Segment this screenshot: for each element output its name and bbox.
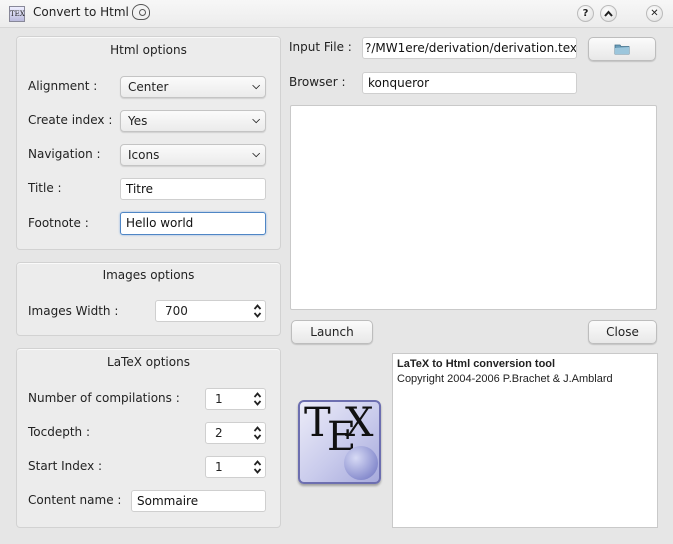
browser-label: Browser : bbox=[289, 75, 346, 89]
globe-icon bbox=[344, 446, 378, 480]
create-index-combo[interactable]: Yes ⌵ bbox=[120, 110, 266, 132]
images-width-label: Images Width : bbox=[28, 304, 119, 318]
tex-logo: T E X bbox=[298, 400, 381, 484]
folder-icon bbox=[614, 44, 630, 55]
spin-arrows-icon[interactable] bbox=[253, 424, 262, 442]
title-label: Title : bbox=[28, 181, 62, 195]
spin-arrows-icon[interactable] bbox=[253, 458, 262, 476]
about-box: LaTeX to Html conversion tool Copyright … bbox=[392, 353, 658, 528]
spin-arrows-icon[interactable] bbox=[253, 390, 262, 408]
tocdepth-spinbox[interactable]: 2 bbox=[205, 422, 266, 444]
chevron-down-icon: ⌵ bbox=[252, 149, 260, 160]
alignment-combo[interactable]: Center ⌵ bbox=[120, 76, 266, 98]
about-heading: LaTeX to Html conversion tool bbox=[397, 358, 556, 370]
tocdepth-label: Tocdepth : bbox=[28, 425, 91, 439]
html-options-title: Html options bbox=[110, 43, 187, 57]
suse-chameleon-icon bbox=[132, 4, 150, 20]
start-index-spinbox[interactable]: 1 bbox=[205, 456, 266, 478]
content-name-input[interactable]: Sommaire bbox=[131, 490, 266, 512]
tex-app-icon: TEX bbox=[9, 6, 25, 22]
output-log[interactable] bbox=[290, 105, 657, 310]
footnote-input[interactable]: Hello world bbox=[120, 212, 266, 235]
create-index-label: Create index : bbox=[28, 113, 113, 127]
start-index-value: 1 bbox=[215, 460, 223, 474]
spin-arrows-icon[interactable] bbox=[253, 302, 262, 320]
minimize-button[interactable] bbox=[600, 5, 617, 22]
browse-file-button[interactable] bbox=[588, 37, 656, 61]
content-name-label: Content name : bbox=[28, 493, 122, 507]
chevron-down-icon: ⌵ bbox=[252, 81, 260, 92]
about-copyright: Copyright 2004-2006 P.Brachet & J.Amblar… bbox=[397, 373, 613, 385]
navigation-label: Navigation : bbox=[28, 147, 101, 161]
tocdepth-value: 2 bbox=[215, 426, 223, 440]
help-button[interactable]: ? bbox=[577, 5, 594, 22]
chevron-up-icon bbox=[604, 10, 613, 17]
tex-logo-x: X bbox=[345, 400, 374, 446]
title-input[interactable]: Titre bbox=[120, 178, 266, 200]
create-index-value: Yes bbox=[128, 114, 148, 128]
images-options-group: Images options bbox=[16, 262, 281, 336]
navigation-value: Icons bbox=[128, 148, 160, 162]
input-file-label: Input File : bbox=[289, 40, 352, 54]
title-bar: TEX Convert to Html ? ✕ bbox=[0, 0, 673, 28]
images-options-title: Images options bbox=[102, 268, 195, 282]
alignment-value: Center bbox=[128, 80, 169, 94]
compilations-spinbox[interactable]: 1 bbox=[205, 388, 266, 410]
alignment-label: Alignment : bbox=[28, 79, 98, 93]
browser-input[interactable]: konqueror bbox=[362, 72, 577, 94]
compilations-value: 1 bbox=[215, 392, 223, 406]
start-index-label: Start Index : bbox=[28, 459, 103, 473]
chevron-down-icon: ⌵ bbox=[252, 115, 260, 126]
images-width-value: 700 bbox=[165, 304, 188, 318]
latex-options-title: LaTeX options bbox=[107, 355, 190, 369]
window-title: Convert to Html bbox=[33, 5, 129, 19]
compilations-label: Number of compilations : bbox=[28, 391, 180, 405]
close-button[interactable]: Close bbox=[588, 320, 657, 344]
input-file-field[interactable]: ?/MW1ere/derivation/derivation.tex bbox=[362, 37, 577, 59]
launch-button[interactable]: Launch bbox=[291, 320, 373, 344]
footnote-label: Footnote : bbox=[28, 216, 89, 230]
close-window-button[interactable]: ✕ bbox=[646, 5, 663, 22]
images-width-spinbox[interactable]: 700 bbox=[155, 300, 266, 322]
navigation-combo[interactable]: Icons ⌵ bbox=[120, 144, 266, 166]
